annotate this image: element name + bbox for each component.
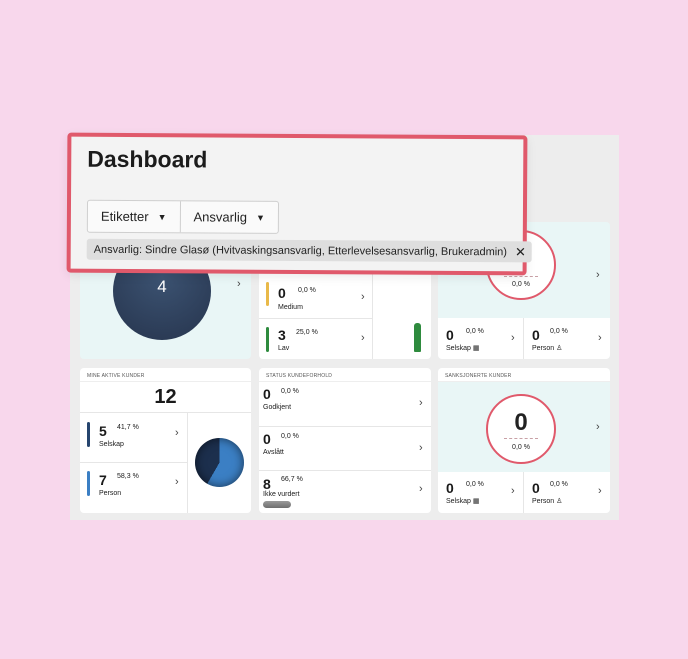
kunde-row-person[interactable]: 7 58,3 % Person › xyxy=(80,463,187,513)
kunde-row-selskap[interactable]: 5 41,7 % Selskap › xyxy=(80,413,187,462)
status-count: 8 xyxy=(263,476,271,492)
status-percent: 66,7 % xyxy=(281,476,303,483)
risk-label: Medium xyxy=(278,304,303,311)
caret-down-icon: ▼ xyxy=(157,211,167,222)
risk-mini-bar xyxy=(414,323,421,352)
sanksjon-ring-area[interactable]: 0 0,0 % › xyxy=(438,382,610,472)
customer-pie-chart xyxy=(195,438,244,487)
chevron-right-icon[interactable]: › xyxy=(361,333,365,344)
type-label: Person xyxy=(99,490,122,497)
cell-label: Person ♙ xyxy=(532,498,563,505)
chevron-right-icon[interactable]: › xyxy=(598,333,602,344)
status-count: 0 xyxy=(263,431,271,447)
filter-label: Ansvarlig xyxy=(193,209,248,225)
close-icon[interactable]: ✕ xyxy=(515,244,526,260)
cell-percent: 0,0 % xyxy=(550,481,568,488)
cell-person[interactable]: 0 0,0 % Person ♙ › xyxy=(524,318,610,359)
chevron-right-icon[interactable]: › xyxy=(175,428,179,439)
chevron-right-icon[interactable]: › xyxy=(419,398,423,409)
status-percent: 0,0 % xyxy=(281,433,299,440)
risk-count: 3 xyxy=(278,327,286,343)
type-count: 5 xyxy=(99,423,107,439)
type-color-bar xyxy=(87,471,90,496)
status-progress-bar xyxy=(263,501,291,508)
risk-row-lav[interactable]: 3 25,0 % Lav › xyxy=(259,319,372,359)
status-percent: 0,0 % xyxy=(281,388,299,395)
cell-person[interactable]: 0 0,0 % Person ♙ › xyxy=(524,472,610,513)
chevron-right-icon[interactable]: › xyxy=(598,486,602,497)
risk-color-bar xyxy=(266,282,269,306)
divider xyxy=(187,412,188,513)
ring-value: 0 xyxy=(514,409,528,436)
chevron-right-icon[interactable]: › xyxy=(511,486,515,497)
active-filter-label: Ansvarlig: Sindre Glasø (Hvitvaskingsans… xyxy=(93,243,508,258)
dashboard-header-callout: Dashboard Etiketter ▼ Ansvarlig ▼ Ansvar… xyxy=(66,132,532,276)
etiketter-filter-button[interactable]: Etiketter ▼ xyxy=(88,201,180,233)
chevron-right-icon[interactable]: › xyxy=(419,443,423,454)
type-percent: 41,7 % xyxy=(117,424,139,431)
chevron-right-icon[interactable]: › xyxy=(596,270,600,281)
caret-down-icon: ▼ xyxy=(255,212,265,223)
status-count: 0 xyxy=(263,386,271,402)
chevron-right-icon[interactable]: › xyxy=(175,477,179,488)
count-ring: 0 0,0 % xyxy=(486,394,556,464)
cell-selskap[interactable]: 0 0,0 % Selskap ▦ › xyxy=(438,472,523,513)
cell-count: 0 xyxy=(532,327,540,343)
cell-label: Person ♙ xyxy=(532,345,563,352)
status-kundeforhold-card: STATUS KUNDEFORHOLD 0 0,0 % Godkjent › 0… xyxy=(259,368,431,513)
card-title: SANKSJONERTE KUNDER xyxy=(438,368,610,382)
type-color-bar xyxy=(87,422,90,447)
status-label: Avslått xyxy=(263,449,284,456)
building-icon: ▦ xyxy=(472,345,480,352)
risk-percent: 25,0 % xyxy=(296,329,318,336)
ring-divider xyxy=(504,438,538,439)
status-row-ikke-vurdert[interactable]: 8 66,7 % Ikke vurdert › xyxy=(259,471,431,513)
type-label: Selskap xyxy=(99,441,124,448)
cell-count: 0 xyxy=(446,480,454,496)
cell-percent: 0,0 % xyxy=(466,481,484,488)
ring-percent: 0,0 % xyxy=(512,281,530,288)
risk-label: Lav xyxy=(278,345,290,352)
card-title: STATUS KUNDEFORHOLD xyxy=(259,368,431,382)
status-row-avslatt[interactable]: 0 0,0 % Avslått › xyxy=(259,427,431,470)
active-filter-chip: Ansvarlig: Sindre Glasø (Hvitvaskingsans… xyxy=(86,238,532,263)
status-row-godkjent[interactable]: 0 0,0 % Godkjent › xyxy=(259,382,431,426)
chevron-right-icon[interactable]: › xyxy=(419,484,423,495)
status-label: Ikke vurdert xyxy=(263,491,300,498)
cell-count: 0 xyxy=(532,480,540,496)
chevron-right-icon[interactable]: › xyxy=(596,422,600,433)
building-icon: ▦ xyxy=(472,498,480,505)
chevron-right-icon[interactable]: › xyxy=(361,292,365,303)
person-icon: ♙ xyxy=(556,345,563,352)
status-label: Godkjent xyxy=(263,404,292,411)
risk-percent: 0,0 % xyxy=(298,287,316,294)
ansvarlig-filter-button[interactable]: Ansvarlig ▼ xyxy=(179,201,279,233)
mine-aktive-kunder-card: MINE AKTIVE KUNDER 12 5 41,7 % Selskap ›… xyxy=(80,368,251,513)
chevron-right-icon[interactable]: › xyxy=(237,279,241,290)
chevron-right-icon[interactable]: › xyxy=(511,333,515,344)
filter-label: Etiketter xyxy=(100,208,149,225)
cell-label: Selskap ▦ xyxy=(446,498,480,505)
cell-percent: 0,0 % xyxy=(466,328,484,335)
card-title: MINE AKTIVE KUNDER xyxy=(80,368,251,382)
risk-color-bar xyxy=(266,327,269,352)
filter-button-group: Etiketter ▼ Ansvarlig ▼ xyxy=(86,199,280,234)
type-count: 7 xyxy=(99,472,107,488)
risk-count: 0 xyxy=(278,285,286,301)
type-percent: 58,3 % xyxy=(117,473,139,480)
cell-percent: 0,0 % xyxy=(550,328,568,335)
total-count: 12 xyxy=(154,386,177,408)
person-icon: ♙ xyxy=(556,498,563,505)
cell-count: 0 xyxy=(446,327,454,343)
risk-total-value: 4 xyxy=(157,277,167,296)
ring-divider xyxy=(504,276,538,277)
cell-label: Selskap ▦ xyxy=(446,345,480,352)
ring-percent: 0,0 % xyxy=(512,444,530,451)
sanksjonerte-kunder-card: SANKSJONERTE KUNDER 0 0,0 % › 0 0,0 % Se… xyxy=(438,368,610,513)
page-title: Dashboard xyxy=(87,145,208,173)
cell-selskap[interactable]: 0 0,0 % Selskap ▦ › xyxy=(438,318,523,359)
